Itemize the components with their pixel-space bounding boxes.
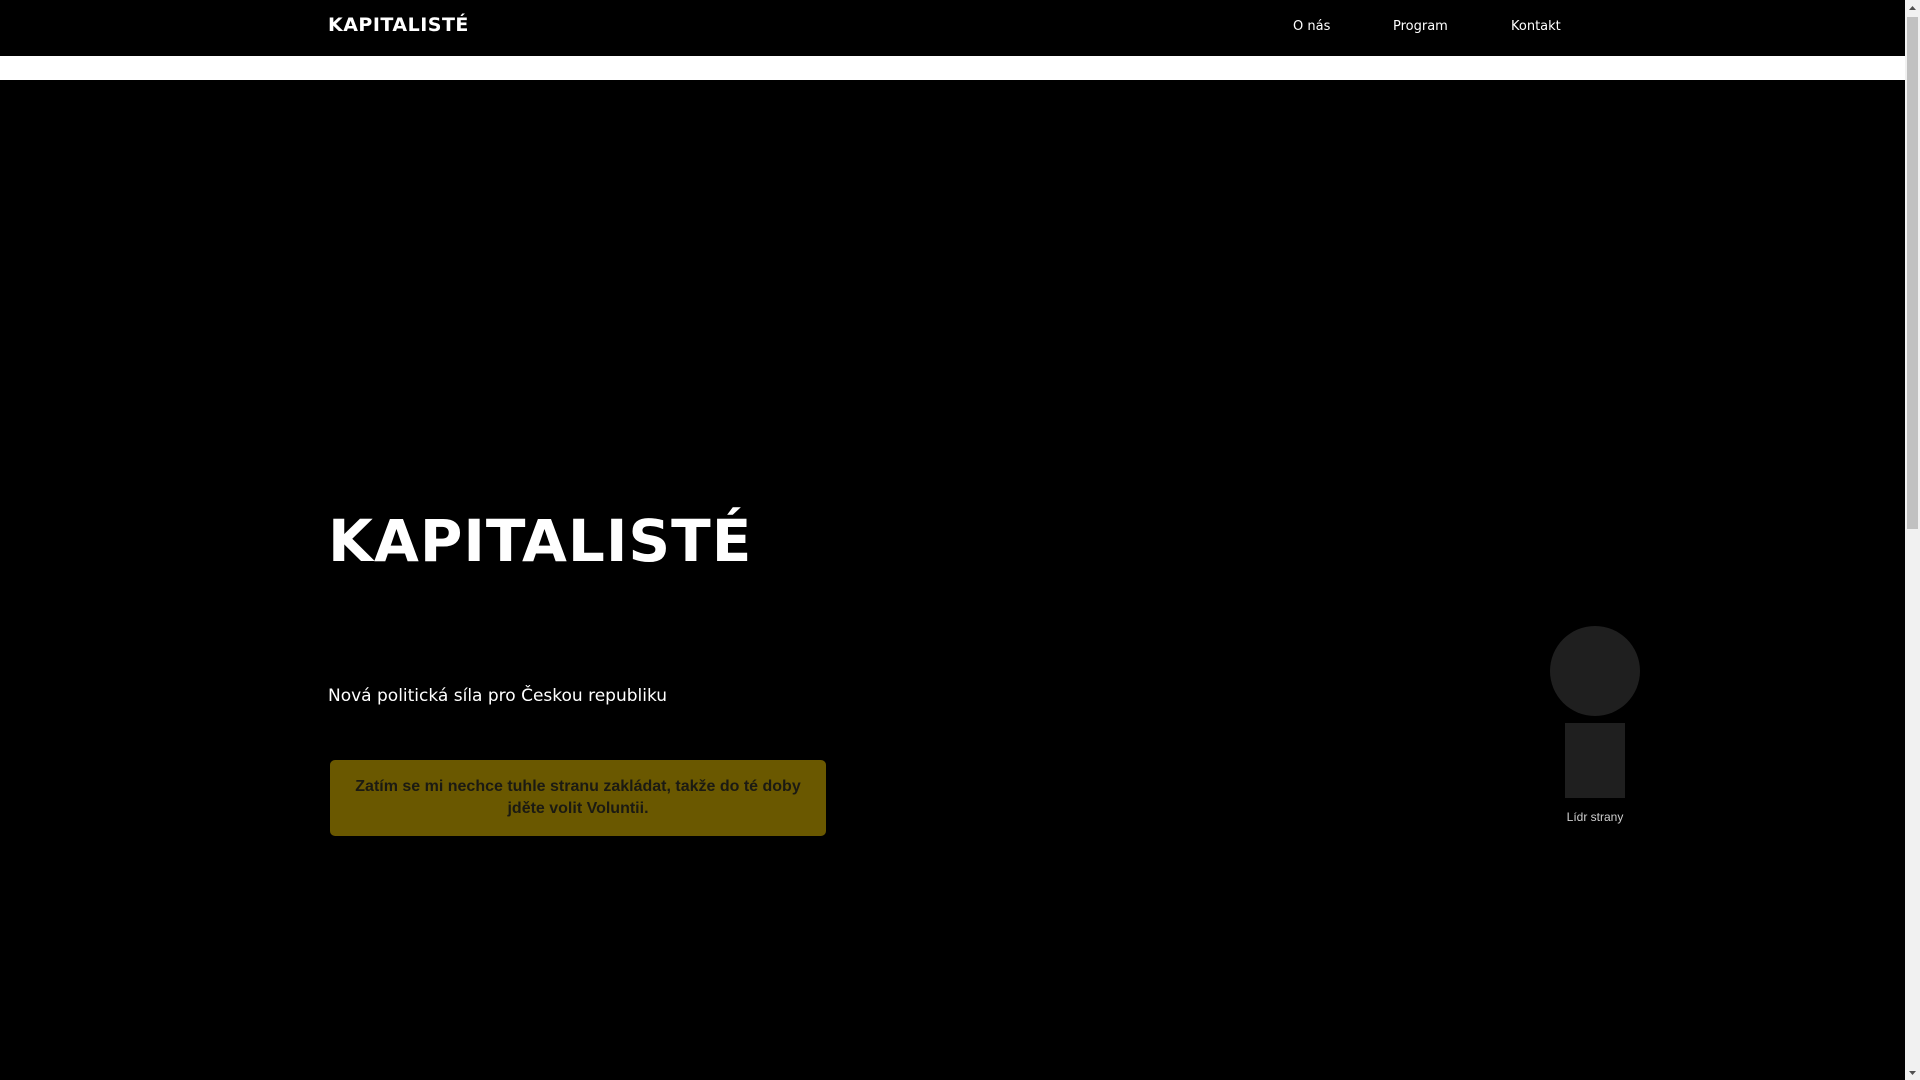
- hero-section: [0, 80, 1905, 1080]
- nav-link-program[interactable]: Program: [1393, 19, 1448, 34]
- hero-subtitle: Nová politická síla pro Českou republiku: [328, 686, 668, 706]
- scrollbar-thumb[interactable]: [1907, 17, 1918, 529]
- leader-body-placeholder: [1565, 723, 1625, 798]
- scroll-down-arrow-icon[interactable]: [1905, 1065, 1920, 1080]
- scroll-up-arrow-icon[interactable]: [1905, 0, 1920, 15]
- vertical-scrollbar[interactable]: [1905, 0, 1920, 1080]
- header-divider-strip: [0, 56, 1905, 80]
- leader-caption: Lídr strany: [1566, 810, 1624, 824]
- leader-card: Lídr strany: [1550, 626, 1640, 824]
- hero-title: KAPITALISTÉ: [328, 507, 753, 575]
- notice-banner: Zatím se mi nechce tuhle stranu zakládat…: [330, 760, 826, 836]
- navbar: KAPITALISTÉ O nás Program Kontakt: [0, 0, 1905, 56]
- leader-avatar-placeholder: [1550, 626, 1640, 716]
- nav-link-contact[interactable]: Kontakt: [1511, 19, 1561, 34]
- page: KAPITALISTÉ O nás Program Kontakt KAPITA…: [0, 0, 1905, 1080]
- nav-link-about[interactable]: O nás: [1293, 19, 1330, 34]
- main-nav: O nás Program Kontakt: [0, 19, 1905, 39]
- notice-text: Zatím se mi nechce tuhle stranu zakládat…: [355, 778, 801, 817]
